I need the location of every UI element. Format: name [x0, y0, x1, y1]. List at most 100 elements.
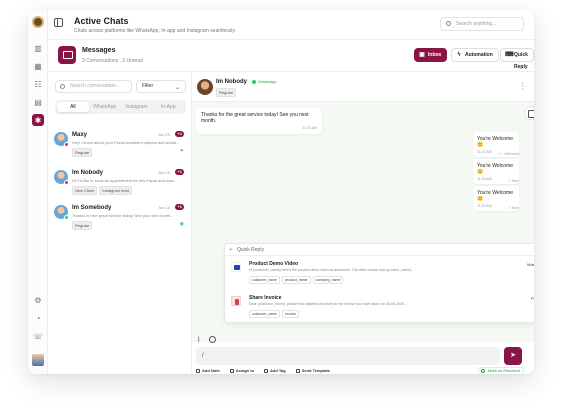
chat-thread: Thanks for the great service today! See … [192, 102, 534, 342]
note-icon [196, 369, 200, 373]
tab-whatsapp[interactable]: WhatsApp [89, 102, 121, 112]
chats-icon[interactable]: ✱ [32, 114, 44, 126]
send-template-label: Send Template [301, 368, 330, 373]
variable-tag: customer_name [249, 276, 281, 284]
app-window: ▥ ▦ ☷ ▤ ✱ ⚙ ◔ ☏ Active Chats Chats acros… [28, 10, 534, 374]
contact-name: Im Somebody [72, 205, 112, 211]
filter-dropdown[interactable]: Filter ⌄ [136, 80, 186, 93]
quick-reply-type: Pdf [530, 296, 534, 301]
whatsapp-icon [252, 79, 256, 84]
tag-icon [264, 369, 269, 373]
settings-icon[interactable]: ⚙ [32, 294, 44, 306]
bell-icon[interactable]: ◔ [32, 312, 44, 324]
add-tag-label: Add Tag [270, 368, 286, 373]
message-input[interactable]: / [196, 347, 500, 365]
documents-icon[interactable]: ▤ [32, 96, 44, 108]
message-status: ✓ Sent [507, 179, 519, 183]
message-status: ✓✓ Delivered [497, 152, 519, 156]
contact-tag: Instagram lead [99, 186, 132, 195]
quick-reply-type: Video [526, 262, 534, 267]
contact-tag: Regular [72, 221, 93, 230]
quick-reply-icon: ⌁ [229, 247, 233, 253]
emoji-icon[interactable] [209, 336, 216, 343]
quick-reply-title: Share Invoice [249, 295, 282, 301]
mark-resolved-label: Mark as Resolved [487, 368, 520, 373]
conversation-search-input[interactable]: Search conversation... [55, 80, 132, 93]
quick-reply-label: Quick Reply [514, 52, 528, 70]
automation-button[interactable]: ϟ Automation [451, 48, 499, 62]
inbox-label: Inbox [428, 52, 442, 58]
page-subtitle: Chats across platforms like WhatsApp, In… [74, 28, 236, 34]
contact-avatar [197, 79, 213, 95]
conversation-date: Jun 10 [157, 205, 170, 210]
quick-reply-description: Hi {customer_name} here's the product de… [249, 268, 415, 272]
variable-tag: company_name [312, 276, 344, 284]
message-composer: ⌇ / ➤ Add Note Assign to Add Tag Send Te… [192, 336, 534, 374]
conversation-item[interactable]: Im Somebody Jun 10 +1 Thanks for the gre… [48, 197, 192, 265]
whatsapp-icon [64, 215, 69, 220]
tab-instagram[interactable]: Instagram [121, 102, 153, 112]
send-icon: ➤ [510, 352, 516, 359]
unread-badge: +1 [175, 169, 184, 175]
contact-avatar [54, 170, 69, 185]
top-header: Active Chats Chats across platforms like… [48, 10, 534, 40]
send-button[interactable]: ➤ [504, 347, 522, 365]
quick-reply-item[interactable]: Share Invoice Dear {customer_name}, plea… [231, 292, 534, 326]
mark-resolved-button[interactable]: Mark as Resolved [477, 367, 524, 374]
chat-header: Im Nobody WhatsApp Regular · · · [192, 72, 534, 102]
message-status-label: Sent [511, 179, 519, 183]
quick-reply-title: Product Demo Video [249, 261, 299, 267]
template-icon [295, 369, 300, 373]
more-options-icon[interactable]: · · · [522, 80, 524, 93]
conversation-search-placeholder: Search conversation... [70, 83, 120, 89]
calendar-icon[interactable]: ▦ [32, 60, 44, 72]
tab-all[interactable]: All [57, 102, 89, 112]
send-template-button[interactable]: Send Template [295, 368, 330, 373]
global-search-input[interactable]: Search anything... [440, 17, 524, 31]
variable-tag: customer_name [249, 310, 281, 318]
quick-reply-item[interactable]: Product Demo Video Hi {customer_name} he… [231, 258, 534, 292]
tab-in-app[interactable]: In-App [152, 102, 184, 112]
contact-avatar [54, 132, 69, 147]
paperclip-icon[interactable]: ⌇ [197, 336, 200, 344]
add-note-label: Add Note [202, 368, 220, 373]
org-avatar[interactable] [32, 16, 44, 28]
incoming-message: Thanks for the great service today! See … [196, 108, 322, 134]
chat-contact-name: Im Nobody [216, 79, 247, 85]
conversation-panel: Search conversation... Filter ⌄ All What… [48, 72, 192, 374]
phone-icon[interactable]: ☏ [32, 330, 44, 342]
messages-summary: 3 Conversations , 3 Unread [82, 58, 143, 64]
sidebar-toggle-icon[interactable] [54, 18, 63, 27]
contact-tag: Regular [72, 148, 93, 157]
quick-reply-icon: ⌨ [505, 52, 514, 58]
quick-reply-title: Quick Reply [237, 247, 264, 253]
side-panel-toggle-icon[interactable] [524, 106, 534, 120]
unread-badge: +1 [175, 204, 184, 210]
composer-actions: Add Note Assign to Add Tag Send Template [196, 368, 330, 373]
message-text: Thanks for the great service today! See … [201, 112, 309, 124]
quick-reply-header: ⌁ Quick Reply [225, 244, 534, 256]
message-time: 11:23 AM [302, 126, 317, 130]
add-tag-button[interactable]: Add Tag [264, 368, 286, 373]
inbox-icon: ▣ [419, 52, 425, 58]
contact-name: Im Nobody [72, 170, 103, 176]
contact-name: Maxy [72, 132, 88, 138]
instagram-icon [64, 142, 69, 147]
filter-label: Filter [142, 83, 154, 89]
message-preview: Hi! I'd like to book an appointment for … [72, 178, 178, 183]
quick-reply-button[interactable]: ⌨ Quick Reply [500, 48, 534, 70]
add-note-button[interactable]: Add Note [196, 368, 220, 373]
inbox-button[interactable]: ▣ Inbox [414, 48, 448, 62]
message-text: You're Welcome 😊 [477, 190, 513, 202]
assign-to-button[interactable]: Assign to [229, 368, 254, 373]
message-preview: Thanks for the great service today! See … [72, 213, 174, 218]
chevron-down-icon: ⌄ [174, 85, 180, 91]
page-title: Active Chats [74, 16, 129, 26]
users-icon[interactable]: ☷ [32, 78, 44, 90]
dashboard-icon[interactable]: ▥ [32, 42, 44, 54]
message-text: You're Welcome 😊 [477, 163, 513, 175]
message-status: ✓ Sent [507, 206, 519, 210]
user-avatar[interactable] [32, 354, 44, 366]
contact-tag: New Client [72, 186, 98, 195]
message-text: You're Welcome 😊 [477, 136, 513, 148]
